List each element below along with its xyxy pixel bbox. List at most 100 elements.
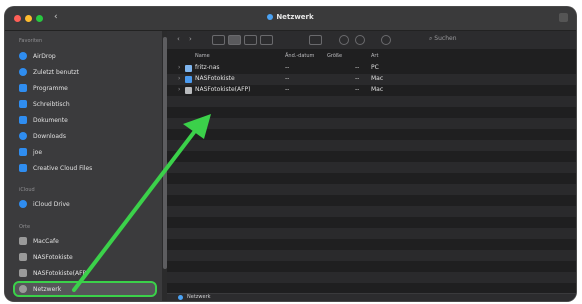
row-name: fritz-nas [195,64,220,71]
empty-rows [167,96,576,283]
row-size: -- [355,64,360,71]
display-icon [19,269,27,277]
desktop-icon [19,100,27,108]
icloud-icon [19,200,27,208]
share-button[interactable] [339,35,349,45]
window-options-icon[interactable] [559,13,568,22]
sidebar-item-label: MacCafe [33,237,59,245]
row-name: NASFotokiste(AFP) [195,86,251,93]
sidebar-section-locations: Orte [19,224,31,230]
sidebar-item-nasfotokiste[interactable]: NASFotokiste [15,251,155,263]
sidebar-item-label: Programme [33,84,68,92]
column-kind[interactable]: Art [371,53,378,59]
row-date: -- [285,75,290,82]
empty-row [167,162,576,173]
back-button[interactable]: ‹ [177,35,180,44]
network-globe-icon [267,14,274,20]
sidebar-item-label: AirDrop [33,52,56,60]
empty-row [167,228,576,239]
airdrop-icon [19,52,27,60]
toolbar: ‹ › ⌕ Suchen [167,31,576,49]
disclosure-triangle-icon[interactable]: › [178,64,180,71]
disclosure-triangle-icon[interactable]: › [178,75,180,82]
tag-button[interactable] [355,35,365,45]
sidebar: Favoriten AirDrop Zuletzt benutzt Progra… [5,31,162,301]
display-icon [19,253,27,261]
column-date[interactable]: Änd.-datum [285,53,314,59]
search-field[interactable]: ⌕ Suchen [429,35,487,45]
row-date: -- [285,64,290,71]
row-kind: Mac [371,86,384,93]
sidebar-item-home[interactable]: joe [15,146,155,158]
sidebar-item-label: NASFotokiste [33,253,73,261]
document-icon [19,116,27,124]
pc-icon [185,65,192,72]
home-icon [19,148,27,156]
row-kind: Mac [371,75,384,82]
empty-row [167,96,576,107]
sidebar-item-documents[interactable]: Dokumente [15,114,155,126]
clock-icon [19,68,27,76]
sidebar-item-desktop[interactable]: Schreibtisch [15,98,155,110]
disclosure-triangle-icon[interactable]: › [178,86,180,93]
title-bar: ‹ Netzwerk [5,7,576,31]
sidebar-item-label: Dokumente [33,116,68,124]
icon-view-button[interactable] [212,35,225,45]
column-size[interactable]: Größe [327,53,342,59]
window-title: Netzwerk [5,13,576,21]
sidebar-item-network[interactable]: Netzwerk [13,281,157,297]
network-icon [19,285,27,293]
table-row[interactable]: › fritz-nas -- -- PC [167,63,576,74]
row-date: -- [285,86,290,93]
file-browser: ‹ › ⌕ Suchen Name Änd.-datum Größe Art › [167,31,576,301]
sidebar-item-label: joe [33,148,43,156]
forward-button[interactable]: › [189,35,192,44]
computer-icon [19,237,27,245]
column-name[interactable]: Name [195,53,210,59]
sidebar-item-label: Netzwerk [33,285,62,293]
sidebar-item-label: Zuletzt benutzt [33,68,79,76]
row-size: -- [355,86,360,93]
sidebar-item-nasfotokiste-afp[interactable]: NASFotokiste(AFP) [15,267,155,279]
sidebar-item-label: Schreibtisch [33,100,70,108]
sidebar-item-creative-cloud[interactable]: Creative Cloud Files [15,162,155,174]
apps-icon [19,84,27,92]
path-bar-label[interactable]: Netzwerk [187,294,211,300]
row-name: NASFotokiste [195,75,235,82]
empty-row [167,250,576,261]
sidebar-item-label: NASFotokiste(AFP) [33,269,89,277]
sidebar-item-label: Creative Cloud Files [33,164,93,172]
row-size: -- [355,75,360,82]
sidebar-item-airdrop[interactable]: AirDrop [15,50,155,62]
sidebar-item-recents[interactable]: Zuletzt benutzt [15,66,155,78]
network-globe-icon [178,295,183,300]
gallery-view-button[interactable] [260,35,273,45]
sidebar-item-icloud-drive[interactable]: iCloud Drive [15,198,155,210]
sidebar-item-applications[interactable]: Programme [15,82,155,94]
mac-icon [185,87,192,94]
sidebar-section-icloud: iCloud [19,187,35,193]
empty-row [167,206,576,217]
download-icon [19,132,27,140]
table-row[interactable]: › NASFotokiste(AFP) -- -- Mac [167,85,576,96]
search-icon: ⌕ [429,35,433,42]
display-icon [185,76,192,83]
sidebar-item-maccafe[interactable]: MacCafe [15,235,155,247]
finder-window: ‹ Netzwerk Favoriten AirDrop Zuletzt ben… [5,7,576,301]
cloud-files-icon [19,164,27,172]
sidebar-item-label: Downloads [33,132,66,140]
column-view-button[interactable] [244,35,257,45]
empty-row [167,184,576,195]
sidebar-item-label: iCloud Drive [33,200,70,208]
column-header: Name Änd.-datum Größe Art [167,49,576,62]
table-row[interactable]: › NASFotokiste -- -- Mac [167,74,576,85]
row-kind: PC [371,64,379,71]
empty-row [167,272,576,283]
sidebar-item-downloads[interactable]: Downloads [15,130,155,142]
action-button[interactable] [381,35,391,45]
path-bar: Netzwerk [167,293,576,301]
list-view-button[interactable] [228,35,241,45]
window-title-text: Netzwerk [276,13,314,21]
group-button[interactable] [309,35,322,45]
search-placeholder: Suchen [434,35,457,42]
